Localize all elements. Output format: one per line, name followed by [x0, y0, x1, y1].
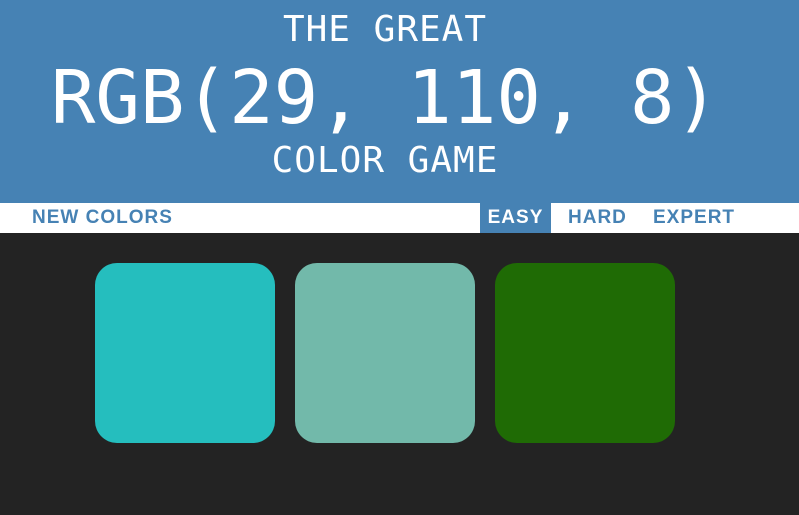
color-square-2[interactable] [295, 263, 475, 443]
mode-expert-button[interactable]: EXPERT [653, 203, 735, 233]
color-square-3[interactable] [495, 263, 675, 443]
control-stripe: NEW COLORS EASY HARD EXPERT [0, 203, 799, 233]
title-line-color-game: COLOR GAME [271, 140, 499, 181]
color-square-1[interactable] [95, 263, 275, 443]
mode-hard-button[interactable]: HARD [568, 203, 627, 233]
title-line-the-great: THE GREAT [282, 9, 488, 50]
game-header: THE GREAT RGB(29, 110, 8) COLOR GAME [0, 0, 799, 203]
new-colors-button[interactable]: NEW COLORS [32, 203, 173, 233]
target-rgb-display: RGB(29, 110, 8) [50, 55, 720, 141]
mode-easy-button[interactable]: EASY [480, 203, 551, 233]
